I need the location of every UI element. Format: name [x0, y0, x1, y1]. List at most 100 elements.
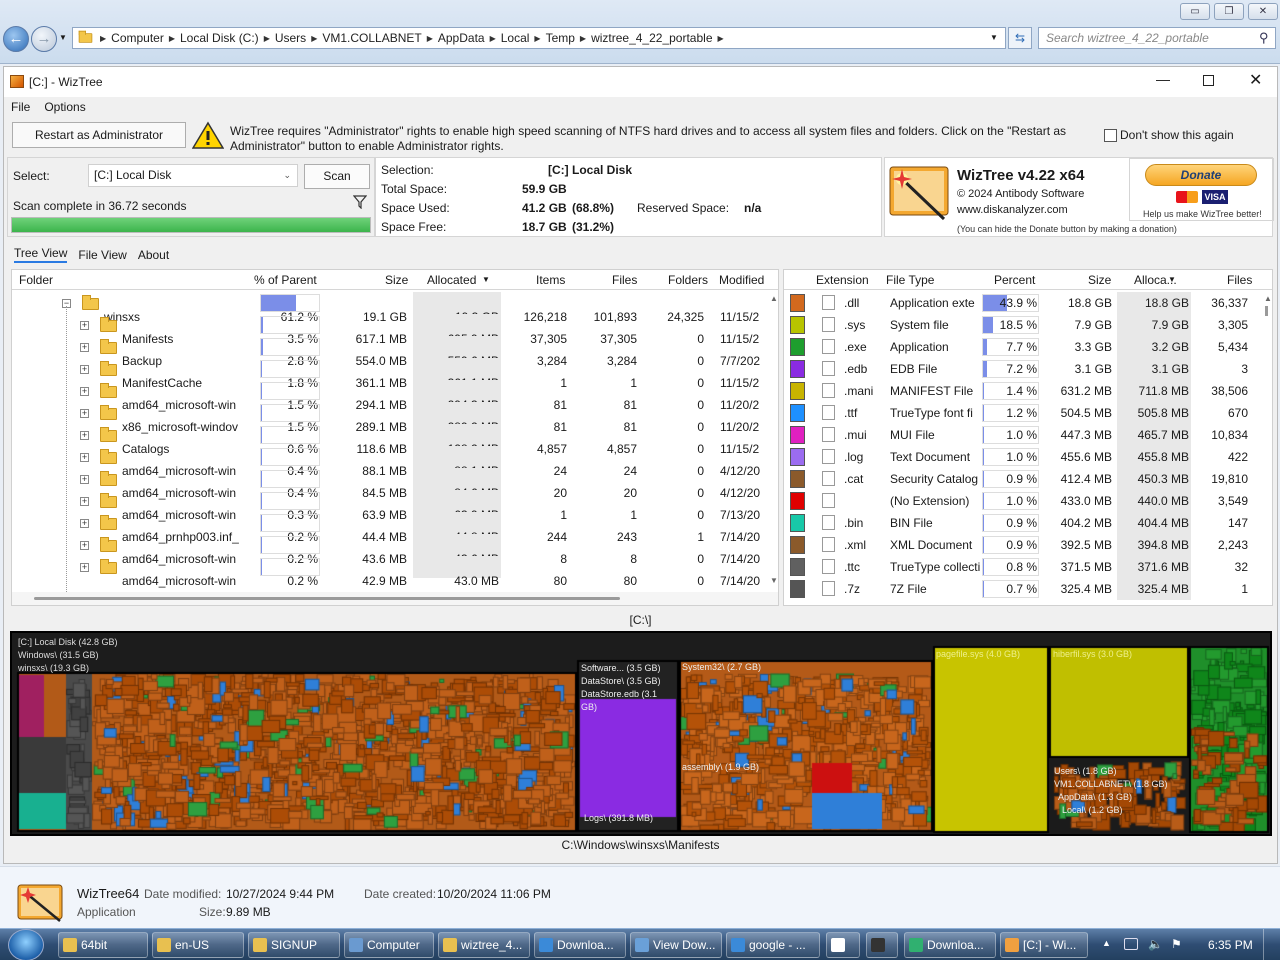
tray-expand-icon[interactable]: ▲ [1102, 938, 1111, 948]
table-row[interactable]: + amd64_microsoft-win 0.3 % 63.9 MB 63.9… [12, 490, 764, 522]
breadcrumb-appdata[interactable]: AppData [433, 31, 490, 45]
col-allocated[interactable]: Allocated [427, 273, 476, 287]
taskbar-button[interactable] [866, 932, 898, 958]
expand-icon[interactable]: + [80, 497, 89, 506]
file-type-grid[interactable]: Extension File Type Percent Size Alloca.… [783, 269, 1273, 606]
refresh-icon[interactable]: ⇆ [1008, 27, 1032, 49]
table-row[interactable]: .ttc TrueType collecti 0.8 % 371.5 MB 37… [784, 556, 1260, 578]
search-icon[interactable]: ⚲ [1259, 30, 1269, 46]
tree-hscroll[interactable] [12, 592, 778, 605]
col-percent[interactable]: Percent [994, 273, 1035, 287]
tab-file-view[interactable]: File View [78, 248, 126, 262]
table-row[interactable]: .log Text Document 1.0 % 455.6 MB 455.8 … [784, 446, 1260, 468]
table-row[interactable]: + amd64_microsoft-win 0.2 % 42.9 MB 43.0… [12, 556, 764, 588]
col-extension[interactable]: Extension [816, 273, 869, 287]
flag-icon[interactable]: ⚑ [1171, 937, 1182, 951]
table-row[interactable]: .dll Application exte 43.9 % 18.8 GB 18.… [784, 292, 1260, 314]
table-row[interactable]: .sys System file 18.5 % 7.9 GB 7.9 GB 3,… [784, 314, 1260, 336]
col-files[interactable]: Files [612, 273, 637, 287]
expand-icon[interactable]: + [80, 453, 89, 462]
expand-icon[interactable]: + [80, 365, 89, 374]
breadcrumb-wiztree[interactable]: wiztree_4_22_portable [586, 31, 717, 45]
col-items[interactable]: Items [536, 273, 565, 287]
back-arrow-icon[interactable]: ← [3, 26, 29, 52]
taskbar-button[interactable]: [C:] - Wi... [1000, 932, 1088, 958]
col-percent-parent[interactable]: % of Parent [254, 273, 317, 287]
address-dropdown-icon[interactable]: ▼ [990, 33, 998, 42]
table-row[interactable]: .xml XML Document 0.9 % 392.5 MB 394.8 M… [784, 534, 1260, 556]
table-row[interactable]: .exe Application 7.7 % 3.3 GB 3.2 GB 5,4… [784, 336, 1260, 358]
taskbar-button[interactable]: en-US [152, 932, 244, 958]
expand-icon[interactable]: + [80, 431, 89, 440]
expand-icon[interactable]: + [80, 541, 89, 550]
expand-icon[interactable]: + [80, 563, 89, 572]
filetype-vscroll[interactable]: ▲ [1260, 292, 1272, 605]
clock[interactable]: 6:35 PM [1208, 938, 1253, 952]
table-row[interactable]: (No Extension) 1.0 % 433.0 MB 440.0 MB 3… [784, 490, 1260, 512]
volume-icon[interactable]: 🔈 [1148, 937, 1163, 951]
treemap[interactable]: [C:] Local Disk (42.8 GB) Windows\ (31.5… [10, 631, 1272, 836]
table-row[interactable]: .cat Security Catalog 0.9 % 412.4 MB 450… [784, 468, 1260, 490]
col-ft-size[interactable]: Size [1088, 273, 1111, 287]
tab-tree-view[interactable]: Tree View [14, 246, 68, 263]
table-row[interactable]: + amd64_microsoft-win 0.2 % 43.6 MB 43.6… [12, 534, 764, 566]
table-row[interactable]: + Backup 2.8 % 554.0 MB 559.6 MB 3,284 3… [12, 336, 764, 368]
table-row[interactable]: .ttf TrueType font fi 1.2 % 504.5 MB 505… [784, 402, 1260, 424]
table-row[interactable]: + amd64_microsoft-win 0.4 % 84.5 MB 84.6… [12, 468, 764, 500]
table-row[interactable]: + amd64_microsoft-win 1.5 % 294.1 MB 294… [12, 380, 764, 412]
filter-icon[interactable] [353, 195, 367, 209]
close-explorer-button[interactable]: ✕ [1248, 3, 1278, 20]
close-window-button[interactable]: ✕ [1249, 70, 1262, 90]
col-folder[interactable]: Folder [19, 273, 53, 287]
taskbar-button[interactable]: Downloa... [534, 932, 626, 958]
breadcrumb-computer[interactable]: Computer [106, 31, 169, 45]
taskbar-button[interactable] [826, 932, 860, 958]
table-row[interactable]: + amd64_prnhp003.inf_ 0.2 % 44.4 MB 44.8… [12, 512, 764, 544]
expand-icon[interactable]: + [80, 409, 89, 418]
tree-vscroll[interactable]: ▲ ▼ [764, 292, 778, 592]
table-row[interactable]: .mani MANIFEST File 1.4 % 631.2 MB 711.8… [784, 380, 1260, 402]
col-ft-files[interactable]: Files [1227, 273, 1252, 287]
forward-arrow-icon[interactable]: → [31, 26, 57, 52]
taskbar-button[interactable]: 64bit [58, 932, 148, 958]
breadcrumb-local[interactable]: Local [496, 31, 535, 45]
maximize-window-button[interactable] [1203, 75, 1214, 86]
expand-icon[interactable]: + [80, 519, 89, 528]
expand-icon[interactable]: + [80, 321, 89, 330]
expand-icon[interactable]: + [80, 343, 89, 352]
taskbar-button[interactable]: SIGNUP [248, 932, 340, 958]
table-row[interactable]: .7z 7Z File 0.7 % 325.4 MB 325.4 MB 1 [784, 578, 1260, 600]
col-size[interactable]: Size [385, 273, 408, 287]
minimize-window-button[interactable]: — [1156, 71, 1170, 87]
table-row[interactable]: + Manifests 3.5 % 617.1 MB 695.9 MB 37,3… [12, 314, 764, 346]
start-button[interactable] [8, 929, 44, 960]
breadcrumb-temp[interactable]: Temp [541, 31, 580, 45]
col-modified[interactable]: Modified [719, 273, 764, 287]
donate-button[interactable]: Donate [1145, 164, 1257, 186]
table-row[interactable]: .bin BIN File 0.9 % 404.2 MB 404.4 MB 14… [784, 512, 1260, 534]
col-folders[interactable]: Folders [668, 273, 708, 287]
expand-icon[interactable]: + [80, 387, 89, 396]
breadcrumb-user[interactable]: VM1.COLLABNET [317, 31, 426, 45]
minimize-button[interactable]: ▭ [1180, 3, 1210, 20]
table-row[interactable]: − winsxs 61.2 % 19.1 GB 19.3 GB 126,218 … [12, 292, 764, 324]
show-desktop-button[interactable] [1263, 929, 1280, 960]
tab-about[interactable]: About [138, 248, 169, 262]
taskbar-button[interactable]: google - ... [726, 932, 820, 958]
taskbar-button[interactable]: View Dow... [630, 932, 722, 958]
menu-options[interactable]: Options [44, 100, 85, 114]
scan-button[interactable]: Scan [304, 164, 370, 189]
expand-icon[interactable]: + [80, 475, 89, 484]
table-row[interactable]: + amd64_microsoft-win 0.4 % 88.1 MB 88.1… [12, 446, 764, 478]
restore-button[interactable]: ❐ [1214, 3, 1244, 20]
breadcrumb-local-disk[interactable]: Local Disk (C:) [175, 31, 264, 45]
col-file-type[interactable]: File Type [886, 273, 934, 287]
menu-file[interactable]: File [11, 100, 30, 114]
restart-admin-button[interactable]: Restart as Administrator [12, 122, 186, 148]
folder-tree-grid[interactable]: Folder % of Parent Size Allocated ▼ Item… [11, 269, 779, 606]
taskbar-button[interactable]: Downloa... [904, 932, 996, 958]
drive-select[interactable]: [C:] Local Disk ⌄ [88, 164, 298, 187]
search-input[interactable]: Search wiztree_4_22_portable [1038, 27, 1276, 49]
table-row[interactable]: .mui MUI File 1.0 % 447.3 MB 465.7 MB 10… [784, 424, 1260, 446]
taskbar-button[interactable]: wiztree_4... [438, 932, 530, 958]
